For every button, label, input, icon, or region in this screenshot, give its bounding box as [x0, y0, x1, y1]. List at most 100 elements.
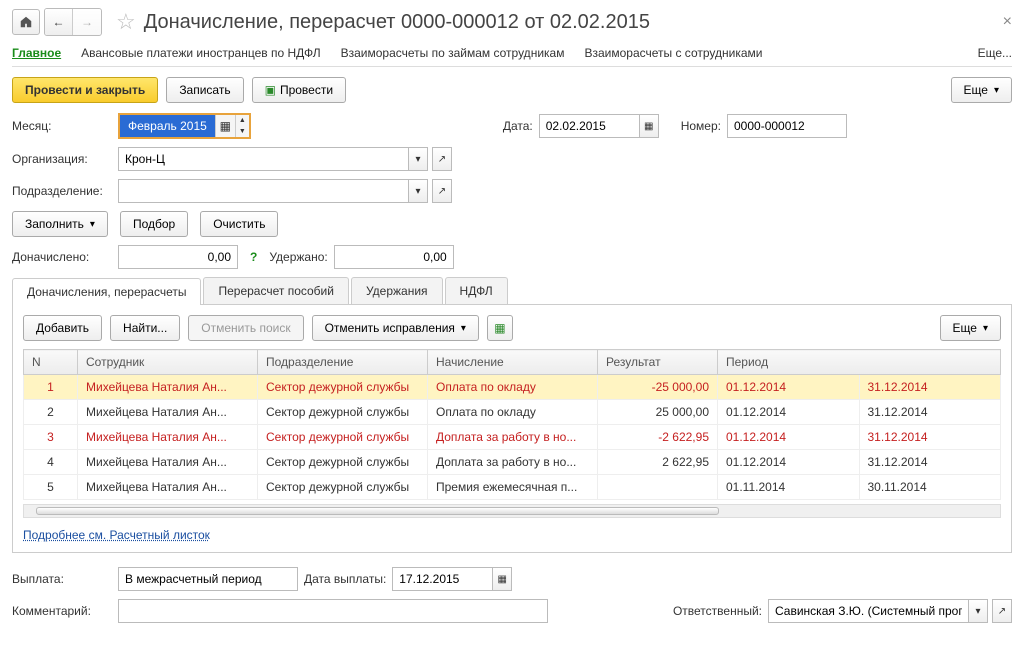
cell-emp: Михейцева Наталия Ан... — [78, 425, 258, 450]
cell-p1: 01.12.2014 — [718, 375, 860, 400]
cell-nach: Премия ежемесячная п... — [428, 475, 598, 500]
home-button[interactable] — [12, 9, 40, 35]
responsible-dropdown[interactable]: ▾ — [968, 599, 988, 623]
tab-loans[interactable]: Взаиморасчеты по займам сотрудникам — [341, 46, 565, 60]
number-input[interactable] — [727, 114, 847, 138]
calendar-icon[interactable]: ▦ — [215, 115, 235, 137]
cell-p1: 01.12.2014 — [718, 425, 860, 450]
cell-res — [598, 475, 718, 500]
th-per[interactable]: Период — [718, 350, 1001, 375]
table-row[interactable]: 4Михейцева Наталия Ан...Сектор дежурной … — [24, 450, 1001, 475]
cell-p1: 01.12.2014 — [718, 450, 860, 475]
org-input[interactable] — [118, 147, 408, 171]
tab-main[interactable]: Главное — [12, 46, 61, 60]
fill-button[interactable]: Заполнить▾ — [12, 211, 108, 237]
payout-label: Выплата: — [12, 572, 112, 586]
accruals-table: N Сотрудник Подразделение Начисление Рез… — [23, 349, 1001, 500]
date-calendar-button[interactable]: ▦ — [639, 114, 659, 138]
stab-benefits[interactable]: Перерасчет пособий — [203, 277, 348, 304]
month-down[interactable]: ▼ — [235, 126, 249, 137]
tab-more[interactable]: Еще... — [978, 46, 1012, 60]
responsible-label: Ответственный: — [673, 604, 762, 618]
cell-n: 5 — [24, 475, 78, 500]
th-n[interactable]: N — [24, 350, 78, 375]
withheld-input[interactable] — [334, 245, 454, 269]
cell-n: 2 — [24, 400, 78, 425]
responsible-open[interactable]: ↗ — [992, 599, 1012, 623]
chevron-down-icon: ▾ — [90, 219, 95, 230]
horizontal-scrollbar[interactable] — [23, 504, 1001, 518]
th-emp[interactable]: Сотрудник — [78, 350, 258, 375]
accrued-label: Доначислено: — [12, 250, 112, 264]
cell-p2: 31.12.2014 — [859, 375, 1001, 400]
clear-button[interactable]: Очистить — [200, 211, 278, 237]
tab-advance[interactable]: Авансовые платежи иностранцев по НДФЛ — [81, 46, 320, 60]
post-and-close-button[interactable]: Провести и закрыть — [12, 77, 158, 103]
dep-input[interactable] — [118, 179, 408, 203]
payout-input[interactable] — [118, 567, 298, 591]
tab-employees[interactable]: Взаиморасчеты с сотрудниками — [584, 46, 762, 60]
back-button[interactable]: ← — [45, 9, 73, 35]
cell-nach: Доплата за работу в но... — [428, 425, 598, 450]
cancel-fix-button[interactable]: Отменить исправления▾ — [312, 315, 479, 341]
org-dropdown[interactable]: ▾ — [408, 147, 428, 171]
table-row[interactable]: 5Михейцева Наталия Ан...Сектор дежурной … — [24, 475, 1001, 500]
more-button[interactable]: Еще▾ — [951, 77, 1012, 103]
responsible-input[interactable] — [768, 599, 968, 623]
month-picker[interactable]: Февраль 2015 ▦ ▲ ▼ — [118, 113, 251, 139]
panel-more-button[interactable]: Еще▾ — [940, 315, 1001, 341]
number-label: Номер: — [681, 119, 721, 133]
save-button[interactable]: Записать — [166, 77, 243, 103]
cell-nach: Доплата за работу в но... — [428, 450, 598, 475]
cell-res: 2 622,95 — [598, 450, 718, 475]
table-row[interactable]: 1Михейцева Наталия Ан...Сектор дежурной … — [24, 375, 1001, 400]
cell-res: -25 000,00 — [598, 375, 718, 400]
home-icon — [19, 15, 33, 29]
cell-dep: Сектор дежурной службы — [258, 400, 428, 425]
forward-button[interactable]: → — [73, 9, 101, 35]
th-nach[interactable]: Начисление — [428, 350, 598, 375]
date-input[interactable] — [539, 114, 639, 138]
org-open[interactable]: ↗ — [432, 147, 452, 171]
cell-dep: Сектор дежурной службы — [258, 475, 428, 500]
close-button[interactable]: × — [1003, 13, 1012, 31]
cell-emp: Михейцева Наталия Ан... — [78, 375, 258, 400]
find-button[interactable]: Найти... — [110, 315, 180, 341]
dep-open[interactable]: ↗ — [432, 179, 452, 203]
cell-p2: 31.12.2014 — [859, 425, 1001, 450]
cell-p2: 30.11.2014 — [859, 475, 1001, 500]
dep-label: Подразделение: — [12, 184, 112, 198]
stab-accruals[interactable]: Доначисления, перерасчеты — [12, 278, 201, 305]
arrow-right-icon: → — [81, 15, 93, 29]
date-label: Дата: — [503, 119, 533, 133]
post-button[interactable]: ▣ Провести — [252, 77, 346, 103]
stab-withhold[interactable]: Удержания — [351, 277, 443, 304]
post-icon: ▣ — [265, 83, 276, 97]
accrued-input[interactable] — [118, 245, 238, 269]
cell-emp: Михейцева Наталия Ан... — [78, 400, 258, 425]
payout-date-input[interactable] — [392, 567, 492, 591]
scrollbar-thumb[interactable] — [36, 507, 719, 515]
pick-button[interactable]: Подбор — [120, 211, 188, 237]
th-res[interactable]: Результат — [598, 350, 718, 375]
cell-nach: Оплата по окладу — [428, 375, 598, 400]
comment-input[interactable] — [118, 599, 548, 623]
cell-p1: 01.12.2014 — [718, 400, 860, 425]
add-button[interactable]: Добавить — [23, 315, 102, 341]
chevron-down-icon: ▾ — [983, 323, 988, 334]
month-label: Месяц: — [12, 119, 112, 133]
payslip-link[interactable]: Подробнее см. Расчетный листок — [23, 528, 210, 542]
th-dep[interactable]: Подразделение — [258, 350, 428, 375]
month-value: Февраль 2015 — [120, 115, 215, 137]
dep-dropdown[interactable]: ▾ — [408, 179, 428, 203]
stab-ndfl[interactable]: НДФЛ — [445, 277, 508, 304]
payout-date-calendar[interactable]: ▦ — [492, 567, 512, 591]
cell-n: 3 — [24, 425, 78, 450]
help-button[interactable]: ? — [250, 250, 257, 264]
page-title: Доначисление, перерасчет 0000-000012 от … — [144, 11, 650, 34]
table-row[interactable]: 2Михейцева Наталия Ан...Сектор дежурной … — [24, 400, 1001, 425]
table-row[interactable]: 3Михейцева Наталия Ан...Сектор дежурной … — [24, 425, 1001, 450]
month-up[interactable]: ▲ — [235, 115, 249, 126]
star-icon[interactable]: ☆ — [116, 9, 136, 35]
table-settings-button[interactable]: ▦ — [487, 315, 513, 341]
